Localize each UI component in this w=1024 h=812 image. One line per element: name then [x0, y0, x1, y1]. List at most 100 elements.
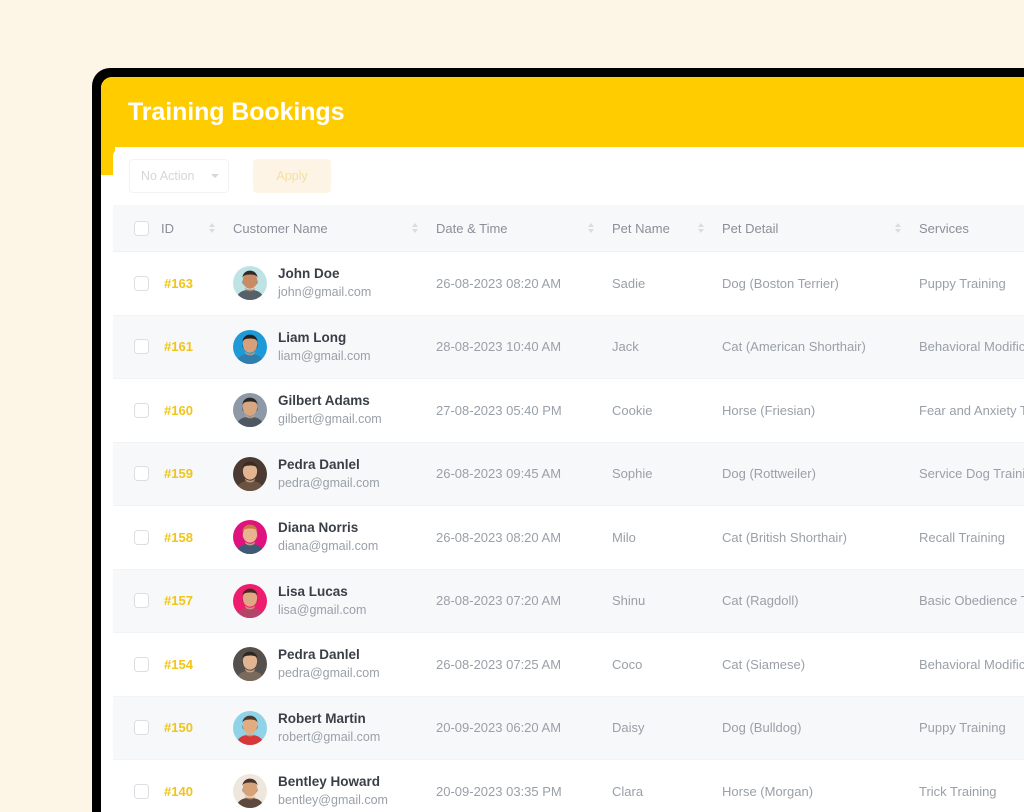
customer-email: robert@gmail.com — [278, 729, 381, 744]
row-pet-name: Cookie — [612, 378, 722, 443]
row-id-cell: #163 — [161, 251, 233, 316]
column-customer-name[interactable]: Customer Name — [233, 205, 436, 252]
customer-name: Robert Martin — [278, 710, 366, 726]
bookings-table: ID Customer Name Date & Time Pet Name Pe… — [113, 205, 1024, 812]
table-row[interactable]: #160 Gilbert Adams gilbert@gmail.com 27-08-… — [113, 378, 1024, 443]
row-pet-detail: Dog (Rottweiler) — [722, 442, 919, 506]
booking-id[interactable]: #140 — [161, 784, 233, 799]
content-card: No Action Apply ID Customer Name Date & … — [113, 147, 1024, 812]
row-checkbox[interactable] — [134, 402, 149, 418]
row-customer-cell: Pedra Danlel pedra@gmail.com — [233, 632, 436, 697]
row-customer-cell: Gilbert Adams gilbert@gmail.com — [233, 378, 436, 443]
row-customer-cell: Lisa Lucas lisa@gmail.com — [233, 569, 436, 633]
customer-email: liam@gmail.com — [278, 348, 371, 363]
row-select-cell — [113, 632, 161, 697]
row-checkbox[interactable] — [134, 593, 149, 609]
row-service: Puppy Training — [919, 251, 1024, 316]
row-pet-detail: Dog (Bulldog) — [722, 696, 919, 760]
booking-id[interactable]: #159 — [161, 466, 233, 481]
bulk-action-select[interactable]: No Action — [129, 159, 229, 193]
row-checkbox[interactable] — [134, 720, 149, 736]
sort-icon[interactable] — [588, 223, 594, 233]
booking-id[interactable]: #154 — [161, 657, 233, 672]
booking-id[interactable]: #150 — [161, 720, 233, 735]
customer-name: Gilbert Adams — [278, 393, 370, 409]
apply-button[interactable]: Apply — [253, 159, 331, 193]
row-date-time: 26-08-2023 09:45 AM — [436, 442, 612, 506]
row-id-cell: #161 — [161, 315, 233, 379]
sort-icon[interactable] — [412, 223, 418, 233]
column-id[interactable]: ID — [161, 205, 233, 252]
customer-email: gilbert@gmail.com — [278, 412, 382, 427]
booking-id[interactable]: #158 — [161, 530, 233, 545]
column-id-label: ID — [161, 220, 174, 236]
row-id-cell: #157 — [161, 569, 233, 633]
row-customer-cell: Diana Norris diana@gmail.com — [233, 505, 436, 570]
table-row[interactable]: #154 Pedra Danlel pedra@gmail.com 26-08-202… — [113, 632, 1024, 697]
row-pet-name: Clara — [612, 759, 722, 812]
row-checkbox[interactable] — [134, 656, 149, 672]
row-pet-detail: Cat (Siamese) — [722, 632, 919, 697]
booking-id[interactable]: #160 — [161, 403, 233, 418]
row-pet-detail: Dog (Boston Terrier) — [722, 251, 919, 316]
table-row[interactable]: #163 John Doe john@gmail.com 26-08-2023 08:… — [113, 251, 1024, 316]
row-service: Behavioral Modification — [919, 315, 1024, 379]
table-row[interactable]: #158 Diana Norris diana@gmail.com 26-08-202… — [113, 505, 1024, 570]
row-date-time: 20-09-2023 06:20 AM — [436, 696, 612, 760]
row-customer-cell: Liam Long liam@gmail.com — [233, 315, 436, 379]
page-header: Training Bookings — [101, 77, 1024, 147]
customer-name: Pedra Danlel — [278, 647, 360, 663]
table-body: #163 John Doe john@gmail.com 26-08-2023 08:… — [113, 251, 1024, 812]
customer-name: John Doe — [278, 266, 340, 282]
column-pet-detail[interactable]: Pet Detail — [722, 205, 919, 252]
row-id-cell: #158 — [161, 505, 233, 570]
table-row[interactable]: #161 Liam Long liam@gmail.com 28-08-2023 10… — [113, 315, 1024, 379]
sort-icon[interactable] — [209, 223, 215, 233]
avatar — [233, 774, 267, 809]
row-pet-detail: Cat (American Shorthair) — [722, 315, 919, 379]
sort-icon[interactable] — [698, 223, 704, 233]
table-row[interactable]: #157 Lisa Lucas lisa@gmail.com 28-08-2023 0… — [113, 569, 1024, 633]
table-row[interactable]: #140 Bentley Howard bentley@gmail.com 20-09… — [113, 759, 1024, 812]
column-pet-name[interactable]: Pet Name — [612, 205, 722, 252]
row-checkbox[interactable] — [134, 339, 149, 355]
row-select-cell — [113, 378, 161, 443]
customer-email: lisa@gmail.com — [278, 602, 367, 617]
row-customer-cell: Pedra Danlel pedra@gmail.com — [233, 442, 436, 506]
avatar — [233, 456, 267, 491]
row-date-time: 28-08-2023 07:20 AM — [436, 569, 612, 633]
chevron-down-icon — [211, 174, 219, 178]
customer-name: Liam Long — [278, 329, 347, 345]
row-id-cell: #160 — [161, 378, 233, 443]
table-header: ID Customer Name Date & Time Pet Name Pe… — [113, 205, 1024, 252]
booking-id[interactable]: #163 — [161, 276, 233, 291]
column-date-time[interactable]: Date & Time — [436, 205, 612, 252]
row-service: Trick Training — [919, 759, 1024, 812]
booking-id[interactable]: #157 — [161, 593, 233, 608]
row-checkbox[interactable] — [134, 783, 149, 799]
row-checkbox[interactable] — [134, 529, 149, 545]
row-pet-name: Sadie — [612, 251, 722, 316]
row-pet-detail: Cat (Ragdoll) — [722, 569, 919, 633]
row-id-cell: #159 — [161, 442, 233, 506]
customer-email: john@gmail.com — [278, 285, 372, 300]
customer-name: Diana Norris — [278, 520, 359, 536]
row-checkbox[interactable] — [134, 466, 149, 482]
device-frame: Training Bookings No Action Apply ID Cus… — [92, 68, 1024, 812]
customer-name: Pedra Danlel — [278, 456, 360, 472]
row-date-time: 26-08-2023 07:25 AM — [436, 632, 612, 697]
column-select-all — [113, 205, 161, 252]
row-checkbox[interactable] — [134, 275, 149, 291]
select-all-checkbox[interactable] — [134, 220, 149, 236]
bulk-action-value: No Action — [141, 169, 195, 183]
app-screen: Training Bookings No Action Apply ID Cus… — [101, 77, 1024, 812]
booking-id[interactable]: #161 — [161, 339, 233, 354]
customer-email: diana@gmail.com — [278, 539, 379, 554]
table-row[interactable]: #159 Pedra Danlel pedra@gmail.com 26-08-202… — [113, 442, 1024, 506]
customer-email: pedra@gmail.com — [278, 475, 380, 490]
page-title: Training Bookings — [128, 97, 345, 126]
row-service: Behavioral Modification — [919, 632, 1024, 697]
sort-icon[interactable] — [895, 223, 901, 233]
table-row[interactable]: #150 Robert Martin robert@gmail.com 20-09-2… — [113, 696, 1024, 760]
row-pet-detail: Cat (British Shorthair) — [722, 505, 919, 570]
